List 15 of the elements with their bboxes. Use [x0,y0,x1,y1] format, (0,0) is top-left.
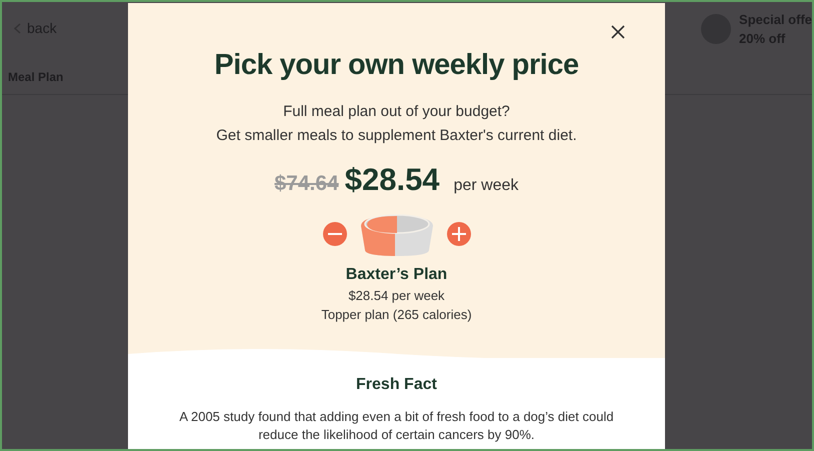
new-price: $28.54 [344,162,440,198]
fact-title: Fresh Fact [356,376,437,394]
minus-icon [328,233,342,235]
modal-title: Pick your own weekly price [214,49,579,82]
old-price: $74.64 [274,172,339,196]
price-unit: per week [454,177,518,195]
increase-button[interactable] [446,222,470,246]
modal-subtitle: Full meal plan out of your budget? Get smaller meals to supplement Baxter's current diet. [216,102,577,146]
plan-price: $28.54 per week [348,288,445,303]
close-button[interactable] [609,23,627,41]
plus-icon [452,227,466,241]
fact-text: A 2005 study found that adding even a bit of fresh food to a dog’s diet could reduce the likelihood of certain cancers by 90%. [178,408,615,444]
plan-name: Baxter’s Plan [346,266,448,284]
decrease-button[interactable] [322,222,346,246]
plan-description: Topper plan (265 calories) [321,307,472,322]
